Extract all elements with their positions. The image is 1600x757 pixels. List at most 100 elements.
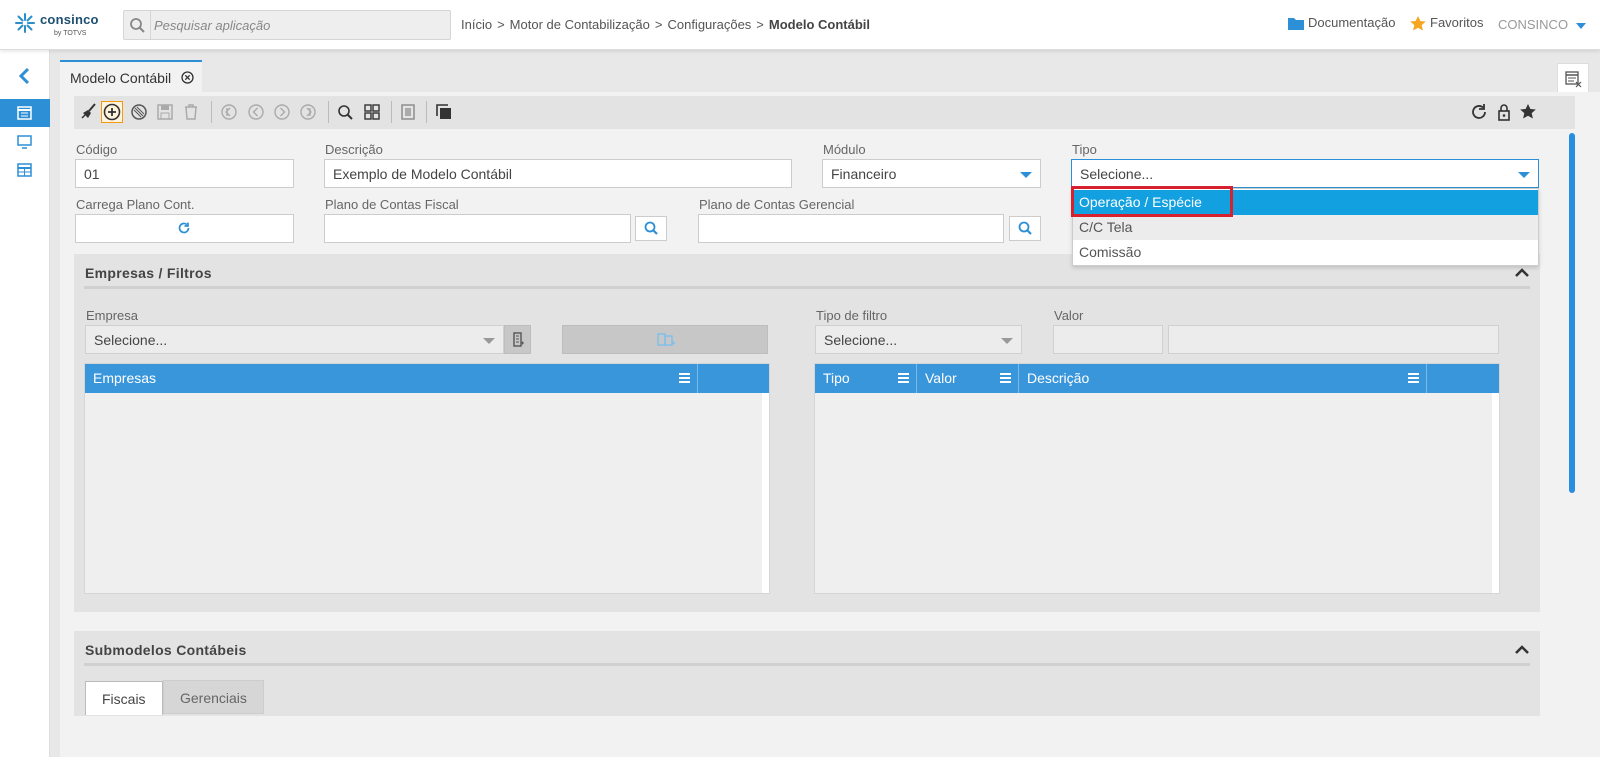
empresa-select[interactable]: Selecione... (85, 325, 504, 354)
refresh-icon (1472, 104, 1486, 119)
tipo-option-comissao[interactable]: Comissão (1073, 240, 1538, 265)
last-record-button[interactable] (297, 101, 319, 123)
carrega-label: Carrega Plano Cont. (76, 197, 195, 212)
filtros-grid-body (815, 393, 1492, 593)
close-tab-icon[interactable] (181, 71, 194, 84)
user-name: CONSINCO (1498, 17, 1569, 32)
codigo-field[interactable]: 01 (75, 159, 294, 188)
breadcrumb: Início > Motor de Contabilização > Configura… (461, 17, 870, 32)
app-search[interactable] (123, 10, 451, 40)
empresas-grid: Empresas (84, 363, 770, 594)
tipo-option-cc-tela[interactable]: C/C Tela (1073, 215, 1538, 240)
valor-input[interactable] (1053, 325, 1163, 354)
tipo-select[interactable]: Selecione... (1071, 159, 1539, 188)
page-scrollbar[interactable] (1569, 133, 1575, 493)
column-actions (1427, 364, 1499, 393)
tipo-label: Tipo (1072, 142, 1097, 157)
column-empresas[interactable]: Empresas (85, 364, 698, 393)
empresa-lookup-button[interactable] (504, 325, 531, 354)
column-label: Tipo (823, 370, 850, 386)
scrollbar[interactable] (1492, 393, 1499, 593)
breadcrumb-sep: > (654, 17, 663, 32)
valor-descricao-input[interactable] (1168, 325, 1499, 354)
modulo-value: Financeiro (831, 166, 897, 182)
plano-fiscal-search-button[interactable] (635, 216, 667, 241)
building-icon (513, 332, 524, 347)
user-menu[interactable]: CONSINCO (1498, 17, 1586, 32)
add-button[interactable] (101, 101, 123, 123)
tab-fiscais[interactable]: Fiscais (85, 681, 163, 715)
collapse-up-icon[interactable] (1514, 643, 1530, 655)
toolbar-separator (328, 101, 329, 123)
cancel-button[interactable] (128, 101, 150, 123)
grid-view-button[interactable] (361, 101, 383, 123)
lock-button[interactable] (1493, 101, 1515, 123)
nav-item-calendar-active[interactable] (0, 99, 50, 127)
breadcrumb-config[interactable]: Configurações (667, 17, 751, 32)
favorite-button[interactable] (1517, 101, 1539, 123)
tab-modelo-contabil[interactable]: Modelo Contábil (60, 60, 202, 92)
tipo-filtro-select[interactable]: Selecione... (815, 325, 1022, 354)
buildings-add-icon (657, 333, 675, 346)
clear-button[interactable] (78, 101, 100, 123)
column-descricao[interactable]: Descrição (1019, 364, 1427, 393)
toolbar (74, 96, 1575, 129)
star-icon (1410, 16, 1426, 31)
nav-item-table[interactable] (0, 156, 50, 184)
copy-button[interactable] (433, 101, 455, 123)
brand-name: consinco (40, 12, 99, 27)
save-button[interactable] (154, 101, 176, 123)
modulo-label: Módulo (823, 142, 866, 157)
refresh-button[interactable] (1468, 101, 1490, 123)
column-menu-icon[interactable] (1000, 373, 1011, 383)
magnifier-icon (338, 105, 353, 120)
breadcrumb-motor[interactable]: Motor de Contabilização (510, 17, 650, 32)
plano-gerencial-search-button[interactable] (1009, 216, 1041, 241)
report-icon (401, 104, 415, 120)
documentation-link[interactable]: Documentação (1288, 15, 1395, 31)
add-empresas-button[interactable] (562, 325, 768, 354)
monitor-icon (17, 135, 32, 149)
next-icon (274, 104, 290, 120)
column-tipo[interactable]: Tipo (815, 364, 917, 393)
column-label: Descrição (1027, 370, 1090, 386)
consinco-logo[interactable]: consinco by TOTVS (14, 10, 104, 42)
scrollbar[interactable] (762, 393, 769, 593)
favorites-link[interactable]: Favoritos (1410, 15, 1483, 31)
collapse-up-icon[interactable] (1514, 266, 1530, 278)
delete-button[interactable] (180, 101, 202, 123)
left-nav (0, 50, 50, 757)
carrega-plano-button[interactable] (75, 214, 294, 243)
column-actions (698, 364, 769, 393)
search-input[interactable] (154, 15, 444, 35)
column-menu-icon[interactable] (679, 373, 690, 383)
descricao-label: Descrição (325, 142, 383, 157)
plano-gerencial-field[interactable] (698, 214, 1004, 243)
plano-fiscal-label: Plano de Contas Fiscal (325, 197, 459, 212)
breadcrumb-inicio[interactable]: Início (461, 17, 492, 32)
window-list-button[interactable] (1557, 63, 1589, 95)
collapse-nav-button[interactable] (0, 62, 50, 90)
column-menu-icon[interactable] (1408, 373, 1419, 383)
broom-icon (81, 103, 96, 119)
next-record-button[interactable] (271, 101, 293, 123)
tab-gerenciais[interactable]: Gerenciais (163, 680, 264, 714)
search-icon (644, 221, 658, 235)
plano-fiscal-field[interactable] (324, 214, 631, 243)
plus-circle-icon (103, 103, 121, 121)
calendar-icon (17, 106, 32, 120)
empresa-label: Empresa (86, 308, 139, 323)
tipo-caret-icon (1518, 172, 1530, 178)
previous-record-button[interactable] (245, 101, 267, 123)
column-menu-icon[interactable] (898, 373, 909, 383)
chevron-left-icon (18, 67, 30, 85)
tipo-filtro-value: Selecione... (824, 332, 898, 348)
search-records-button[interactable] (334, 101, 356, 123)
first-record-button[interactable] (218, 101, 240, 123)
descricao-field[interactable]: Exemplo de Modelo Contábil (324, 159, 792, 188)
modulo-select[interactable]: Financeiro (822, 159, 1041, 188)
nav-item-monitor[interactable] (0, 128, 50, 156)
favorites-label: Favoritos (1430, 15, 1484, 30)
report-button[interactable] (397, 101, 419, 123)
column-valor[interactable]: Valor (917, 364, 1019, 393)
